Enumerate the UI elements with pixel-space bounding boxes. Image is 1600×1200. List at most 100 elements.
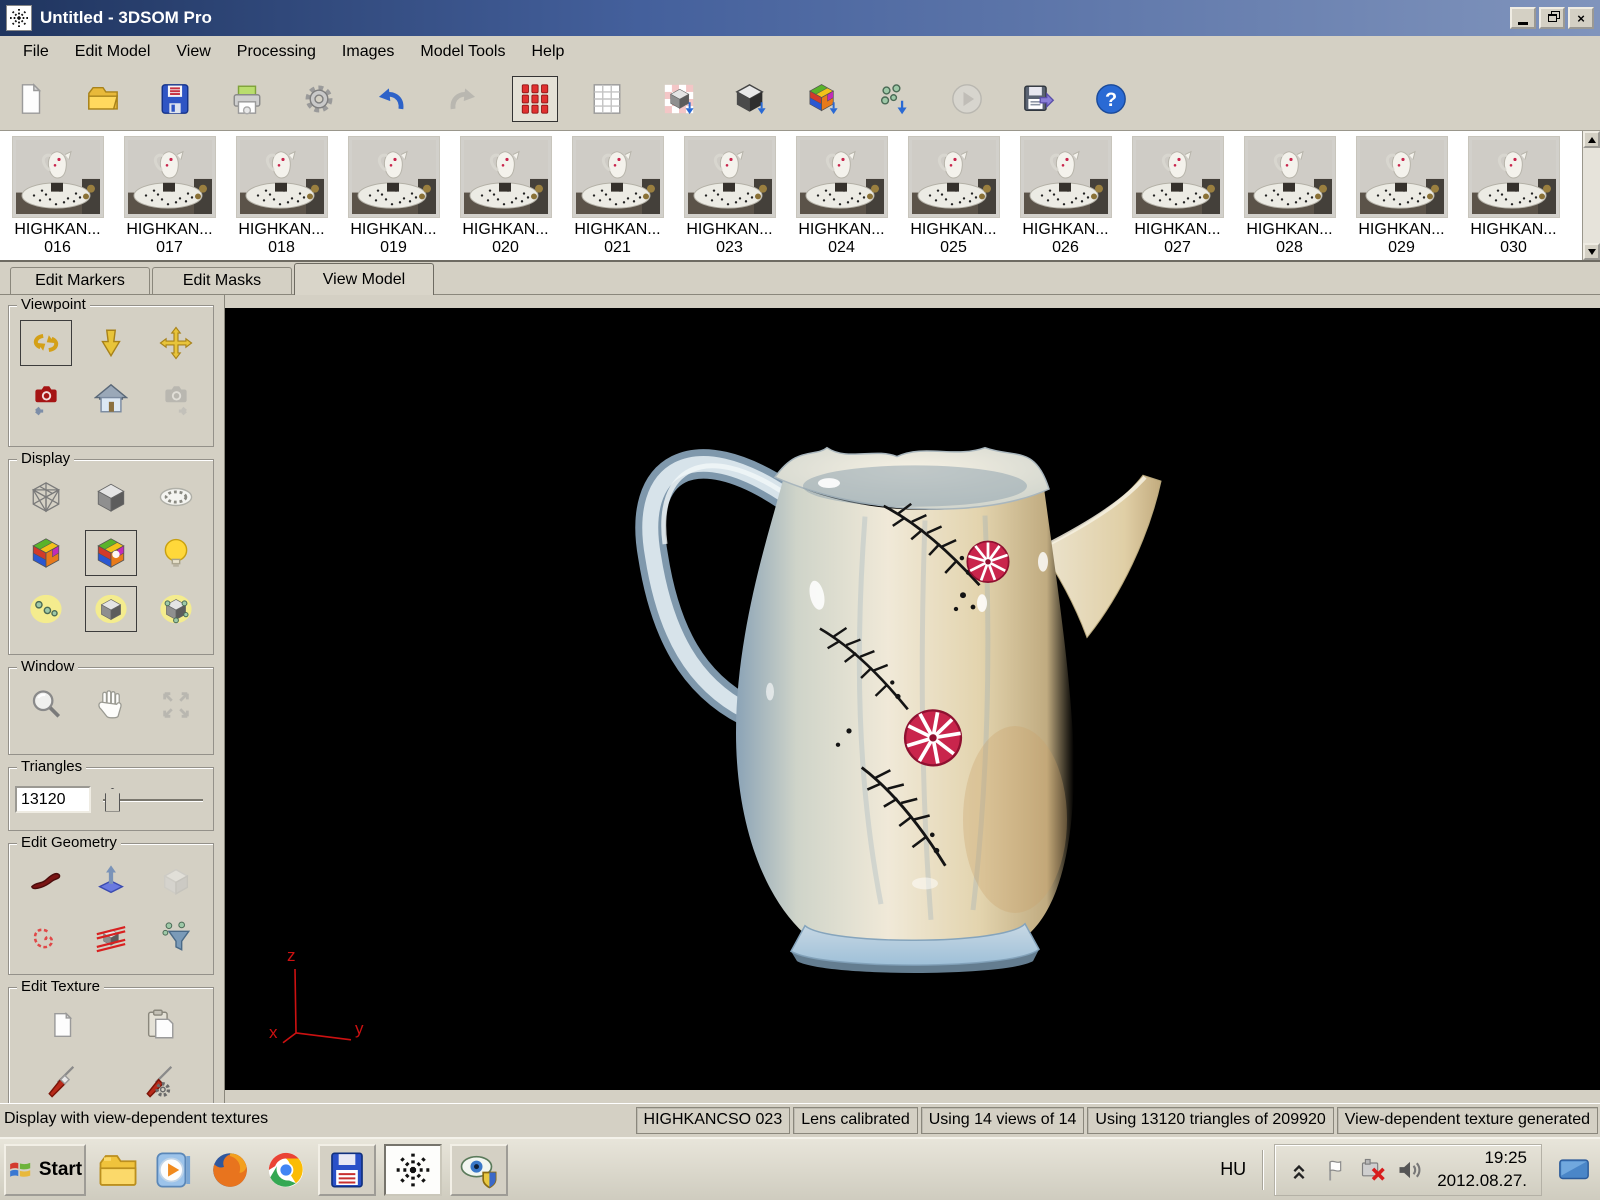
cube-geometry-button[interactable] xyxy=(150,858,202,904)
eye-viewer-task-button[interactable] xyxy=(450,1144,508,1196)
tab-view-model[interactable]: View Model xyxy=(294,263,434,295)
export-save-icon xyxy=(1022,82,1056,116)
tray-volume-button[interactable] xyxy=(1396,1156,1424,1184)
show-desktop-button[interactable] xyxy=(1552,1146,1596,1194)
save-button[interactable] xyxy=(152,76,198,122)
open-button[interactable] xyxy=(80,76,126,122)
download-wireframe-button[interactable] xyxy=(728,76,774,122)
filmstrip-thumbnail[interactable]: HIGHKAN... 024 xyxy=(790,136,893,260)
pan-view-button[interactable] xyxy=(150,320,202,366)
filmstrip-thumbnail[interactable]: HIGHKAN... 017 xyxy=(118,136,221,260)
drag-tool-button[interactable] xyxy=(85,682,137,728)
play-animation-button[interactable] xyxy=(944,76,990,122)
filmstrip-thumbnail[interactable]: HIGHKAN... 019 xyxy=(342,136,445,260)
view-image-list-button[interactable] xyxy=(584,76,630,122)
filmstrip-thumbnail[interactable]: HIGHKAN... 025 xyxy=(902,136,1005,260)
menu-model-tools[interactable]: Model Tools xyxy=(407,39,518,65)
tray-flag-button[interactable] xyxy=(1322,1156,1350,1184)
tray-device-button[interactable] xyxy=(1359,1156,1387,1184)
filmstrip-thumbnail[interactable]: HIGHKAN... 028 xyxy=(1238,136,1341,260)
floppy-app-icon xyxy=(327,1150,367,1190)
export-model-button[interactable] xyxy=(1016,76,1062,122)
filmstrip-thumbnail[interactable]: HIGHKAN... 023 xyxy=(678,136,781,260)
paste-texture-button[interactable] xyxy=(134,1002,186,1048)
solid-display-button[interactable] xyxy=(85,474,137,520)
3dsom-task-button[interactable] xyxy=(384,1144,442,1196)
menu-processing[interactable]: Processing xyxy=(224,39,329,65)
menu-help[interactable]: Help xyxy=(518,39,577,65)
copy-texture-button[interactable] xyxy=(36,1002,88,1048)
previous-view-button[interactable] xyxy=(20,376,72,422)
triangles-input[interactable] xyxy=(15,786,91,813)
start-button[interactable]: Start xyxy=(4,1144,86,1196)
filmstrip-thumbnail[interactable]: HIGHKAN... 026 xyxy=(1014,136,1117,260)
repair-texture-button[interactable] xyxy=(36,1058,88,1103)
chrome-launcher[interactable] xyxy=(262,1146,310,1194)
filter-geometry-button[interactable] xyxy=(150,914,202,960)
restore-button[interactable] xyxy=(1539,7,1565,29)
lighting-button[interactable] xyxy=(150,530,202,576)
language-indicator[interactable]: HU xyxy=(1214,1159,1252,1180)
print-button[interactable] xyxy=(224,76,270,122)
deform-geometry-button[interactable] xyxy=(20,858,72,904)
slice-geometry-button[interactable] xyxy=(85,914,137,960)
new-document-button[interactable] xyxy=(8,76,54,122)
title-bar[interactable]: Untitled - 3DSOM Pro × xyxy=(0,0,1600,36)
show-surface-button[interactable] xyxy=(85,586,137,632)
model-canvas[interactable]: z x y xyxy=(225,308,1600,1090)
download-points-button[interactable] xyxy=(872,76,918,122)
filmstrip-scrollbar[interactable] xyxy=(1582,131,1600,260)
scroll-up-button[interactable] xyxy=(1583,131,1600,148)
wireframe-display-button[interactable] xyxy=(20,474,72,520)
view-thumbnails-button[interactable] xyxy=(512,76,558,122)
show-points-button[interactable] xyxy=(20,586,72,632)
next-view-button[interactable] xyxy=(150,376,202,422)
show-surface-points-button[interactable] xyxy=(150,586,202,632)
tab-edit-masks[interactable]: Edit Masks xyxy=(152,267,292,294)
textured-display-button[interactable] xyxy=(20,530,72,576)
minimize-button[interactable] xyxy=(1510,7,1536,29)
filmstrip-thumbnail[interactable]: HIGHKAN... 027 xyxy=(1126,136,1229,260)
menu-images[interactable]: Images xyxy=(329,39,407,65)
thumbnail-label: HIGHKAN... xyxy=(790,221,893,239)
media-player-launcher[interactable] xyxy=(150,1146,198,1194)
close-button[interactable]: × xyxy=(1568,7,1594,29)
filmstrip-thumbnail[interactable]: HIGHKAN... 030 xyxy=(1462,136,1565,260)
tilt-view-button[interactable] xyxy=(85,320,137,366)
repair-settings-texture-button[interactable] xyxy=(134,1058,186,1103)
redo-button[interactable] xyxy=(440,76,486,122)
pitcher-model[interactable] xyxy=(650,448,1161,973)
scroll-down-button[interactable] xyxy=(1583,243,1600,260)
clock[interactable]: 19:25 2012.08.27. xyxy=(1433,1147,1531,1193)
firefox-launcher[interactable] xyxy=(206,1146,254,1194)
help-button[interactable]: ? xyxy=(1088,76,1134,122)
tray-expand-button[interactable] xyxy=(1285,1156,1313,1184)
floppy-app-task-button[interactable] xyxy=(318,1144,376,1196)
lasso-geometry-button[interactable] xyxy=(20,914,72,960)
download-texture-button[interactable] xyxy=(800,76,846,122)
fit-window-button[interactable] xyxy=(150,682,202,728)
rotate-view-button[interactable] xyxy=(20,320,72,366)
download-masks-button[interactable] xyxy=(656,76,702,122)
base-disk-button[interactable] xyxy=(150,474,202,520)
viewport-3d[interactable]: z x y xyxy=(225,295,1600,1103)
filmstrip-thumbnail[interactable]: HIGHKAN... 018 xyxy=(230,136,333,260)
menu-view[interactable]: View xyxy=(163,39,223,65)
zoom-tool-button[interactable] xyxy=(20,682,72,728)
settings-button[interactable] xyxy=(296,76,342,122)
tab-edit-markers[interactable]: Edit Markers xyxy=(10,267,150,294)
menu-edit-model[interactable]: Edit Model xyxy=(62,39,164,65)
glow-cube-icon xyxy=(94,592,128,626)
extrude-geometry-button[interactable] xyxy=(85,858,137,904)
undo-button[interactable] xyxy=(368,76,414,122)
filmstrip-thumbnail[interactable]: HIGHKAN... 029 xyxy=(1350,136,1453,260)
filmstrip-thumbnail[interactable]: HIGHKAN... 021 xyxy=(566,136,669,260)
filmstrip-thumbnail[interactable]: HIGHKAN... 016 xyxy=(6,136,109,260)
explorer-launcher[interactable] xyxy=(94,1146,142,1194)
view-textured-display-button[interactable] xyxy=(85,530,137,576)
triangles-slider[interactable] xyxy=(103,787,207,813)
filmstrip-thumbnail[interactable]: HIGHKAN... 020 xyxy=(454,136,557,260)
home-view-button[interactable] xyxy=(85,376,137,422)
slider-thumb[interactable] xyxy=(105,788,120,812)
menu-file[interactable]: File xyxy=(10,39,62,65)
